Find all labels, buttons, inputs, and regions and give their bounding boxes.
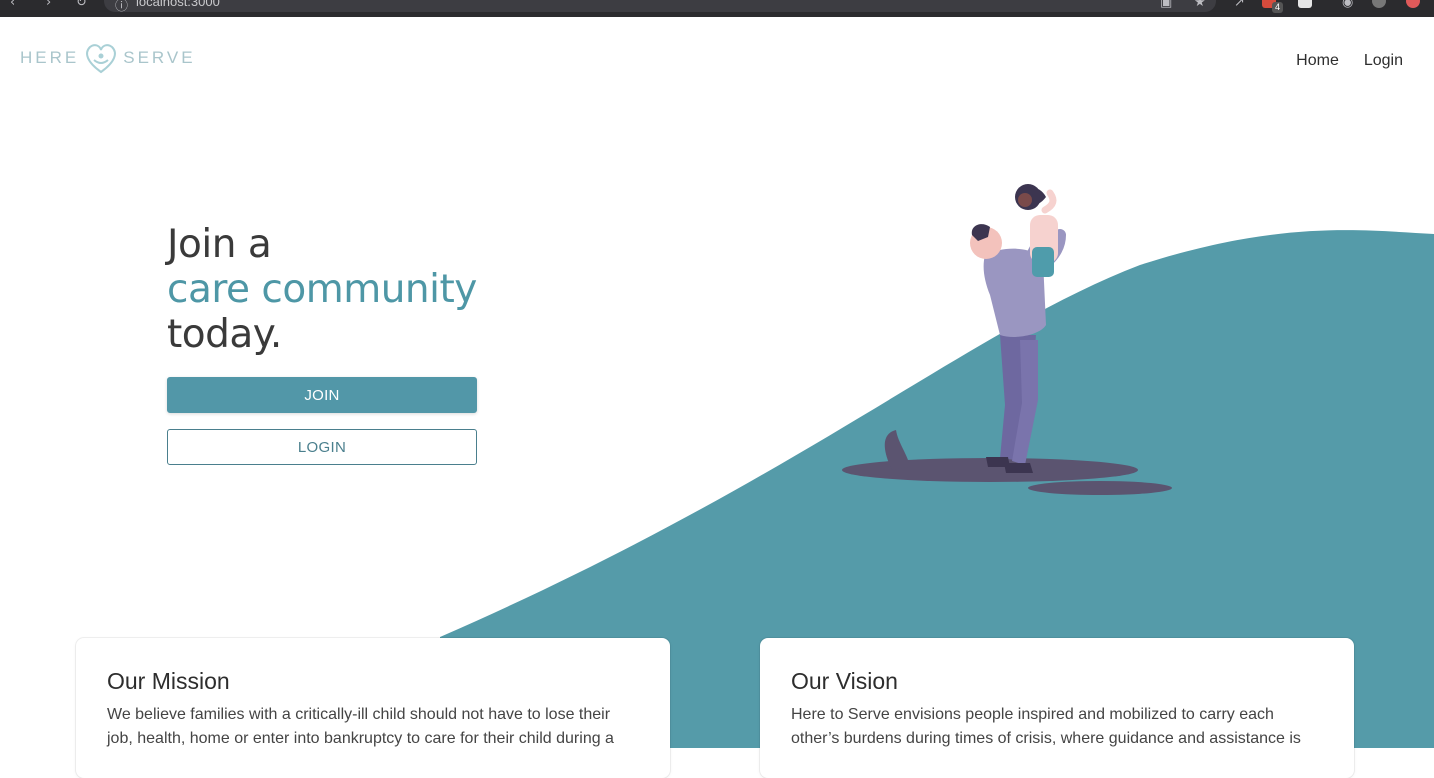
hero-line-3: today. (167, 312, 282, 357)
login-button[interactable]: LOGIN (167, 429, 477, 465)
logo-text-left: HERE (20, 48, 80, 67)
heart-logo-icon (86, 44, 117, 74)
calendar-icon[interactable] (1298, 0, 1312, 8)
back-icon[interactable]: ‹ (10, 0, 15, 10)
vision-card: Our Vision Here to Serve envisions peopl… (760, 638, 1354, 778)
nav-login-link[interactable]: Login (1364, 52, 1403, 70)
mission-text: We believe families with a critically-il… (107, 706, 614, 747)
hero-line-2-accent: care community (167, 267, 477, 312)
vision-text: Here to Serve envisions people inspired … (791, 706, 1301, 747)
key-icon[interactable]: ↗ (1234, 0, 1245, 10)
info-icon[interactable]: ⓘ (115, 0, 128, 14)
notification-icon[interactable] (1406, 0, 1420, 8)
hero-wave (440, 230, 1434, 748)
top-nav: Home Login (1296, 52, 1403, 70)
cast-icon[interactable]: ◉ (1342, 0, 1353, 10)
address-bar[interactable] (104, 0, 1216, 12)
address-url[interactable]: localhost:3000 (136, 0, 220, 9)
browser-chrome: ‹ › ↻ ⓘ localhost:3000 ▣ ★ ↗ 4 ◉ (0, 0, 1434, 17)
logo[interactable]: HERE SERVE (20, 38, 196, 78)
nav-home-link[interactable]: Home (1296, 52, 1339, 70)
hero-heading: Join a care community today. (167, 222, 477, 357)
extension-badge: 4 (1272, 2, 1284, 13)
translate-icon[interactable]: ▣ (1160, 0, 1172, 10)
bookmark-star-icon[interactable]: ★ (1194, 0, 1206, 10)
join-button[interactable]: JOIN (167, 377, 477, 413)
reload-icon[interactable]: ↻ (76, 0, 87, 10)
forward-icon[interactable]: › (46, 0, 51, 10)
profile-avatar-icon[interactable] (1372, 0, 1386, 8)
vision-title: Our Vision (791, 668, 898, 694)
logo-text-right: SERVE (123, 48, 196, 67)
hero-line-1: Join a (167, 222, 272, 267)
parent-child-illustration (842, 184, 1172, 495)
mission-card: Our Mission We believe families with a c… (76, 638, 670, 778)
hero-heading-block: Join a care community today. (167, 222, 477, 357)
mission-title: Our Mission (107, 668, 230, 694)
